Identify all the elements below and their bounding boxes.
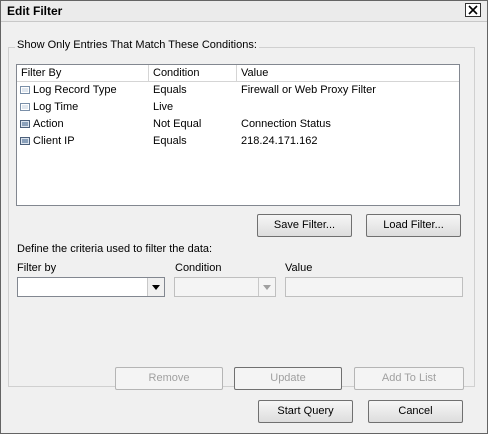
row-value: 218.24.171.162 xyxy=(241,135,318,147)
list-item[interactable]: Client IP Equals 218.24.171.162 xyxy=(17,133,459,150)
criteria-instruction: Define the criteria used to filter the d… xyxy=(17,243,213,255)
filter-by-label: Filter by xyxy=(17,262,57,274)
chevron-down-icon xyxy=(263,285,271,290)
row-condition: Equals xyxy=(153,84,187,96)
column-header-filter-by[interactable]: Filter By xyxy=(17,65,149,81)
row-value: Firewall or Web Proxy Filter xyxy=(241,84,376,96)
column-header-value[interactable]: Value xyxy=(237,65,459,81)
value-field[interactable] xyxy=(285,277,463,297)
cancel-button[interactable]: Cancel xyxy=(368,400,463,423)
row-filter-by: Log Time xyxy=(33,101,79,113)
condition-dropdown[interactable] xyxy=(174,277,276,297)
edit-filter-dialog: Edit Filter Show Only Entries That Match… xyxy=(0,0,488,434)
column-header-condition[interactable]: Condition xyxy=(149,65,237,81)
title-bar: Edit Filter xyxy=(1,1,487,22)
list-item[interactable]: Action Not Equal Connection Status xyxy=(17,116,459,133)
start-query-button[interactable]: Start Query xyxy=(258,400,353,423)
remove-button[interactable]: Remove xyxy=(115,367,223,390)
row-filter-by: Log Record Type xyxy=(33,84,117,96)
filter-by-dropdown[interactable] xyxy=(17,277,165,297)
conditions-group-legend: Show Only Entries That Match These Condi… xyxy=(15,39,259,51)
list-item[interactable]: Log Time Live xyxy=(17,99,459,116)
filter-by-dropdown-arrow[interactable] xyxy=(147,278,164,296)
close-button[interactable] xyxy=(465,3,481,17)
filter-item-icon xyxy=(20,137,30,145)
row-value: Connection Status xyxy=(241,118,331,130)
save-filter-button[interactable]: Save Filter... xyxy=(257,214,352,237)
row-filter-by: Action xyxy=(33,118,64,130)
filter-conditions-list[interactable]: Filter By Condition Value Log Record Typ… xyxy=(16,64,460,206)
row-condition: Equals xyxy=(153,135,187,147)
condition-dropdown-arrow[interactable] xyxy=(258,278,275,296)
close-icon xyxy=(468,5,478,15)
filter-item-icon xyxy=(20,120,30,128)
list-header: Filter By Condition Value xyxy=(17,65,459,82)
filter-item-icon xyxy=(20,86,30,94)
row-filter-by: Client IP xyxy=(33,135,75,147)
value-label: Value xyxy=(285,262,313,274)
row-condition: Live xyxy=(153,101,174,113)
load-filter-button[interactable]: Load Filter... xyxy=(366,214,461,237)
add-to-list-button[interactable]: Add To List xyxy=(354,367,464,390)
condition-label: Condition xyxy=(175,262,222,274)
row-condition: Not Equal xyxy=(153,118,202,130)
window-title: Edit Filter xyxy=(7,4,63,18)
list-item[interactable]: Log Record Type Equals Firewall or Web P… xyxy=(17,82,459,99)
filter-item-icon xyxy=(20,103,30,111)
update-button[interactable]: Update xyxy=(234,367,342,390)
chevron-down-icon xyxy=(152,285,160,290)
